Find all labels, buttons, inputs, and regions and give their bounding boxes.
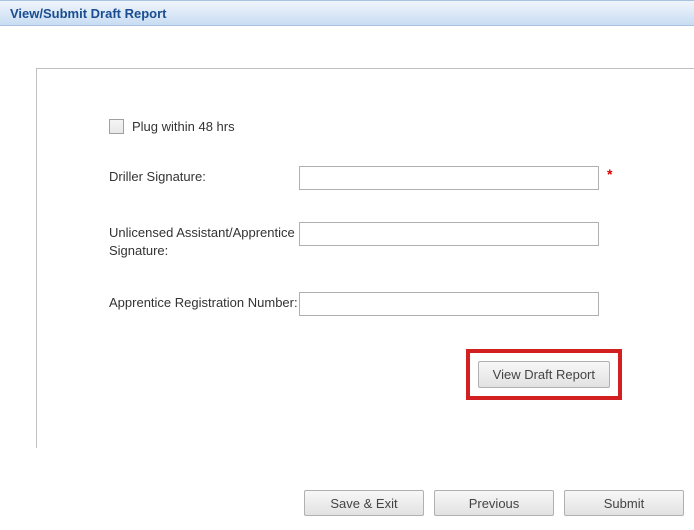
save-exit-button[interactable]: Save & Exit (304, 490, 424, 516)
form-panel: Plug within 48 hrs Driller Signature: * … (36, 68, 694, 448)
plug-checkbox-row: Plug within 48 hrs (109, 119, 654, 134)
apprentice-reg-input[interactable] (299, 292, 599, 316)
panel-title: View/Submit Draft Report (10, 6, 167, 21)
apprentice-reg-label: Apprentice Registration Number: (109, 292, 299, 312)
previous-button[interactable]: Previous (434, 490, 554, 516)
assistant-signature-row: Unlicensed Assistant/Apprentice Signatur… (109, 222, 654, 260)
footer-actions: Save & Exit Previous Submit (304, 490, 684, 516)
view-report-highlight: View Draft Report (466, 349, 622, 400)
assistant-signature-label: Unlicensed Assistant/Apprentice Signatur… (109, 222, 299, 260)
panel-header: View/Submit Draft Report (0, 0, 694, 26)
driller-signature-row: Driller Signature: * (109, 166, 654, 190)
view-draft-report-button[interactable]: View Draft Report (478, 361, 610, 388)
plug-checkbox[interactable] (109, 119, 124, 134)
driller-signature-input[interactable] (299, 166, 599, 190)
driller-signature-label: Driller Signature: (109, 166, 299, 186)
plug-checkbox-label: Plug within 48 hrs (132, 119, 235, 134)
assistant-signature-input[interactable] (299, 222, 599, 246)
submit-button[interactable]: Submit (564, 490, 684, 516)
required-indicator: * (607, 166, 612, 182)
apprentice-reg-row: Apprentice Registration Number: (109, 292, 654, 316)
